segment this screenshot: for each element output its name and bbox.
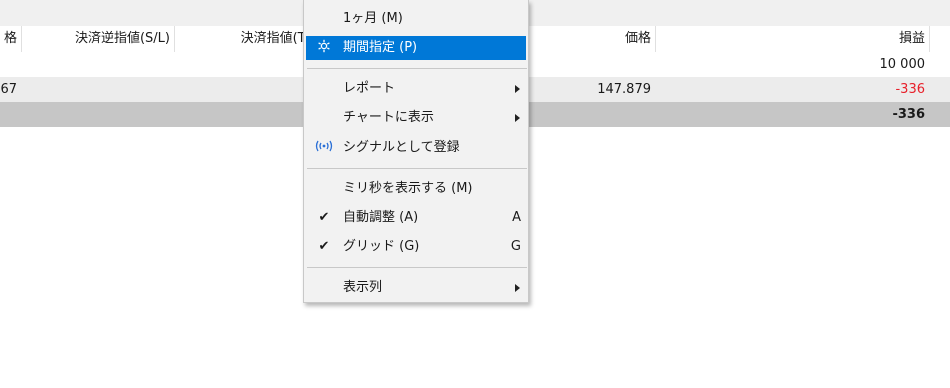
context-menu: 1ヶ月 (M) 期間指定 (P) レポート チャートに表示 シグナルとして登録 … (303, 0, 529, 303)
menu-item-label: レポート (343, 81, 396, 96)
menu-item-1-month[interactable]: 1ヶ月 (M) (306, 7, 526, 31)
menu-item-shortcut: G (510, 239, 521, 254)
menu-item-show-milliseconds[interactable]: ミリ秒を表示する (M) (306, 177, 526, 201)
column-header-price-truncated[interactable]: 格 (0, 26, 22, 52)
menu-item-label: 1ヶ月 (M) (343, 11, 403, 26)
menu-item-auto-arrange[interactable]: ✔ 自動調整 (A) A (306, 206, 526, 230)
menu-separator (307, 267, 527, 268)
submenu-arrow-icon (515, 114, 520, 122)
menu-item-label: ミリ秒を表示する (M) (343, 181, 473, 196)
checkmark-icon: ✔ (318, 210, 330, 225)
checkmark-icon: ✔ (318, 239, 330, 254)
menu-item-label: 期間指定 (P) (343, 40, 418, 55)
menu-item-report[interactable]: レポート (306, 77, 526, 101)
column-header-stop-loss[interactable]: 決済逆指値(S/L) (22, 26, 175, 52)
profit-cell: 10 000 (879, 57, 926, 72)
submenu-arrow-icon (515, 85, 520, 93)
signal-icon (314, 136, 334, 160)
menu-item-shortcut: A (512, 210, 521, 225)
menu-item-register-signal[interactable]: シグナルとして登録 (306, 136, 526, 160)
menu-item-label: グリッド (G) (343, 239, 420, 254)
menu-item-show-on-chart[interactable]: チャートに表示 (306, 106, 526, 130)
menu-item-label: チャートに表示 (343, 110, 434, 125)
gear-icon (314, 36, 334, 60)
menu-item-columns[interactable]: 表示列 (306, 276, 526, 300)
menu-item-grid[interactable]: ✔ グリッド (G) G (306, 235, 526, 259)
menu-item-label: 自動調整 (A) (343, 210, 419, 225)
column-header-price[interactable]: 価格 (529, 26, 656, 52)
menu-separator (307, 68, 527, 69)
menu-item-custom-period[interactable]: 期間指定 (P) (306, 36, 526, 60)
column-header-profit[interactable]: 損益 (656, 26, 930, 52)
price-cell-truncated: 67 (0, 82, 17, 97)
menu-separator (307, 168, 527, 169)
profit-cell: -336 (895, 82, 925, 97)
price-cell: 147.879 (597, 82, 651, 97)
menu-item-label: シグナルとして登録 (343, 140, 460, 155)
total-profit-cell: -336 (892, 107, 925, 122)
submenu-arrow-icon (515, 284, 520, 292)
menu-item-label: 表示列 (343, 280, 383, 295)
column-header-take-profit[interactable]: 決済指値(T/ (175, 26, 310, 52)
